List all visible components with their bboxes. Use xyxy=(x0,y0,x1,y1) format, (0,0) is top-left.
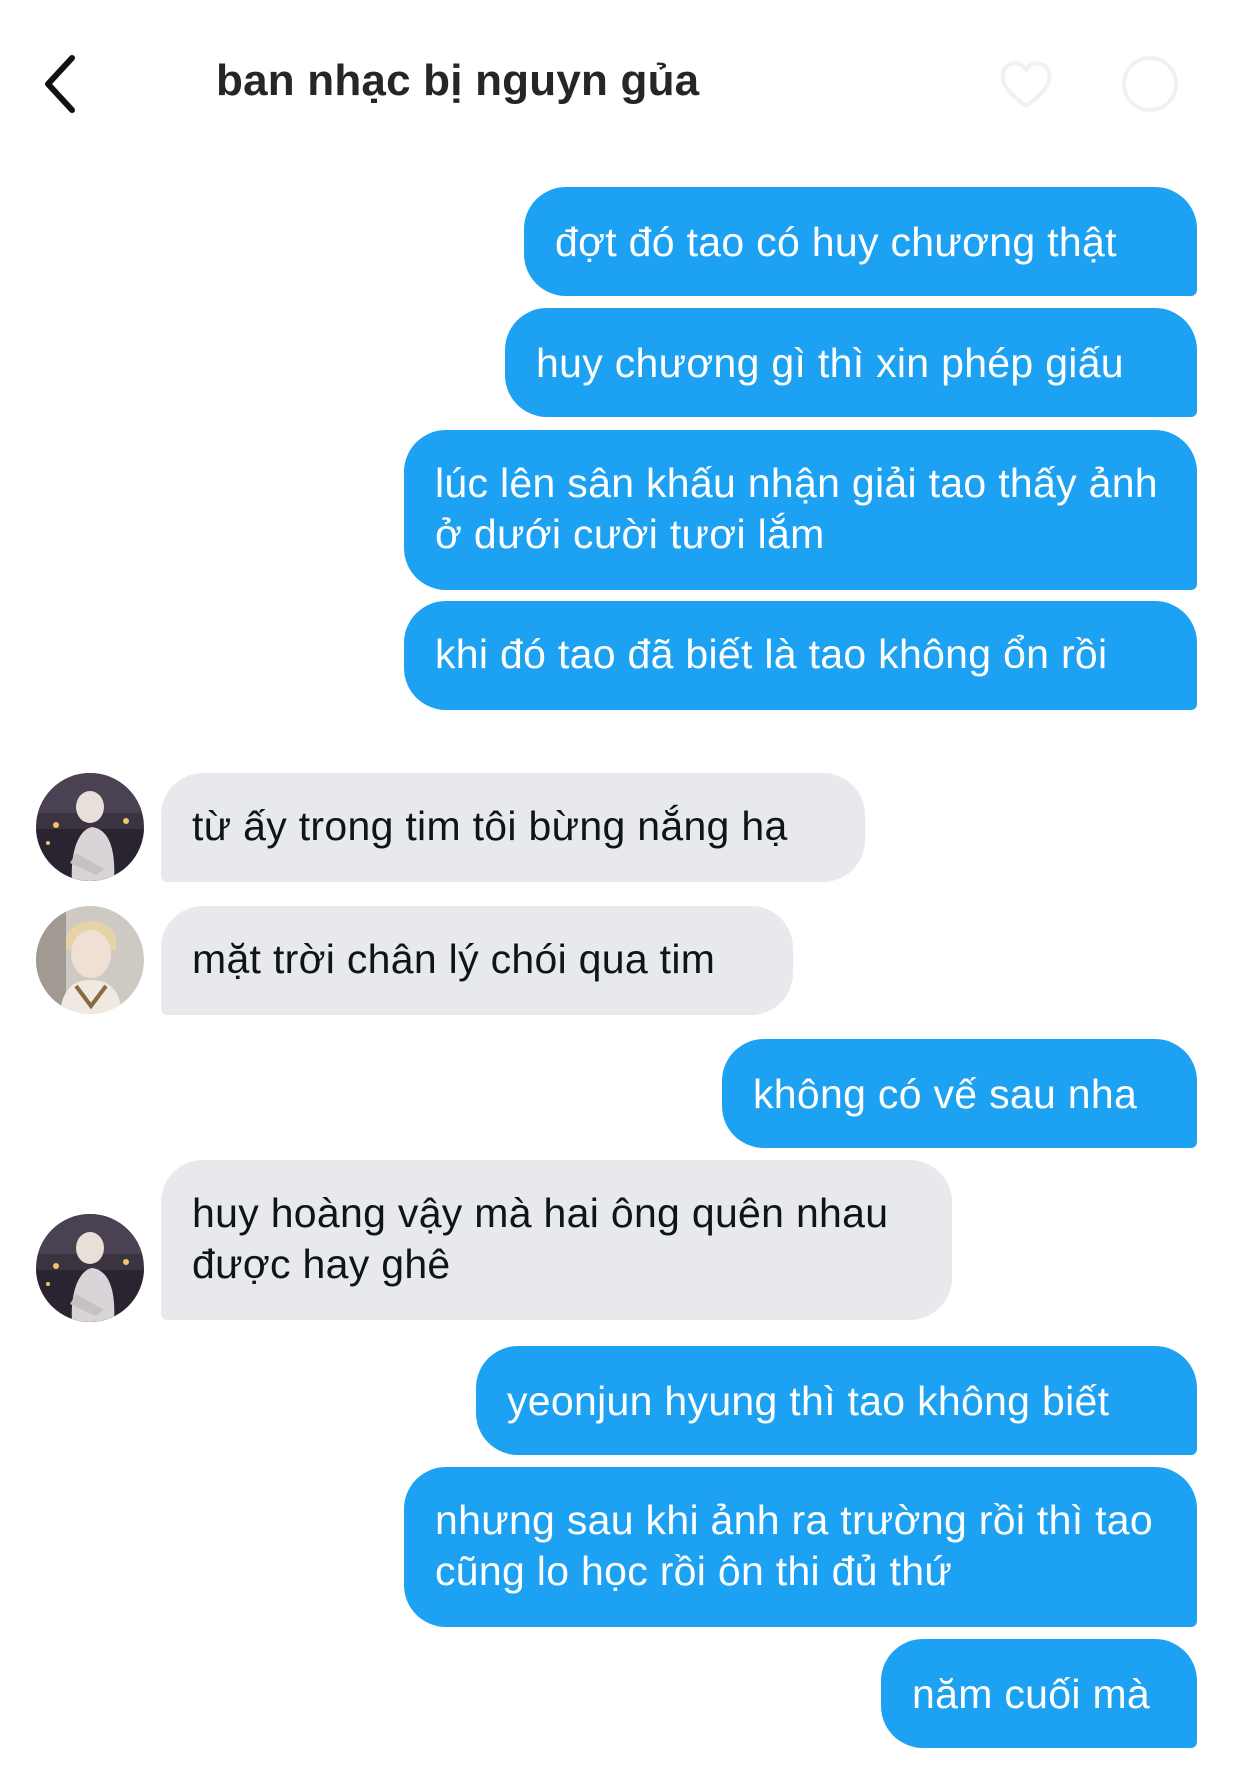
message-text: đợt đó tao có huy chương thật xyxy=(555,219,1117,265)
conversation-title[interactable]: ban nhạc bị nguyn gủa xyxy=(216,56,699,106)
message-text: năm cuối mà xyxy=(912,1671,1151,1717)
message-text: yeonjun hyung thì tao không biết xyxy=(507,1378,1110,1424)
chevron-left-icon xyxy=(45,55,75,113)
message-text: mặt trời chân lý chói qua tim xyxy=(192,936,716,982)
message-sent[interactable]: khi đó tao đã biết là tao không ổn rồi xyxy=(404,601,1197,710)
message-text: huy chương gì thì xin phép giấu xyxy=(536,340,1124,386)
message-text: huy hoàng vậy mà hai ông quên nhau được … xyxy=(192,1190,889,1287)
message-received[interactable]: mặt trời chân lý chói qua tim xyxy=(161,906,793,1015)
message-sent[interactable]: nhưng sau khi ảnh ra trường rồi thì tao … xyxy=(404,1467,1197,1627)
message-sent[interactable]: lúc lên sân khấu nhận giải tao thấy ảnh … xyxy=(404,430,1197,590)
avatar-image xyxy=(36,1214,144,1322)
message-sent[interactable]: năm cuối mà xyxy=(881,1639,1197,1748)
back-button[interactable] xyxy=(36,48,96,120)
message-sent[interactable]: yeonjun hyung thì tao không biết xyxy=(476,1346,1197,1455)
message-text: từ ấy trong tim tôi bừng nắng hạ xyxy=(192,803,788,849)
chat-header: ban nhạc bị nguyn gủa xyxy=(0,0,1242,150)
header-actions xyxy=(994,52,1182,116)
message-text: nhưng sau khi ảnh ra trường rồi thì tao … xyxy=(435,1497,1153,1594)
avatar-image xyxy=(36,773,144,881)
message-text: khi đó tao đã biết là tao không ổn rồi xyxy=(435,631,1108,677)
message-text: không có vế sau nha xyxy=(753,1071,1138,1117)
heart-icon[interactable] xyxy=(994,52,1058,116)
message-text: lúc lên sân khấu nhận giải tao thấy ảnh … xyxy=(435,460,1158,557)
info-icon[interactable] xyxy=(1118,52,1182,116)
avatar[interactable] xyxy=(36,906,144,1014)
message-sent[interactable]: đợt đó tao có huy chương thật xyxy=(524,187,1197,296)
avatar-image xyxy=(36,906,144,1014)
message-received[interactable]: huy hoàng vậy mà hai ông quên nhau được … xyxy=(161,1160,952,1320)
message-sent[interactable]: huy chương gì thì xin phép giấu xyxy=(505,308,1197,417)
avatar[interactable] xyxy=(36,773,144,881)
message-sent[interactable]: không có vế sau nha xyxy=(722,1039,1197,1148)
message-received[interactable]: từ ấy trong tim tôi bừng nắng hạ xyxy=(161,773,865,882)
avatar[interactable] xyxy=(36,1214,144,1322)
